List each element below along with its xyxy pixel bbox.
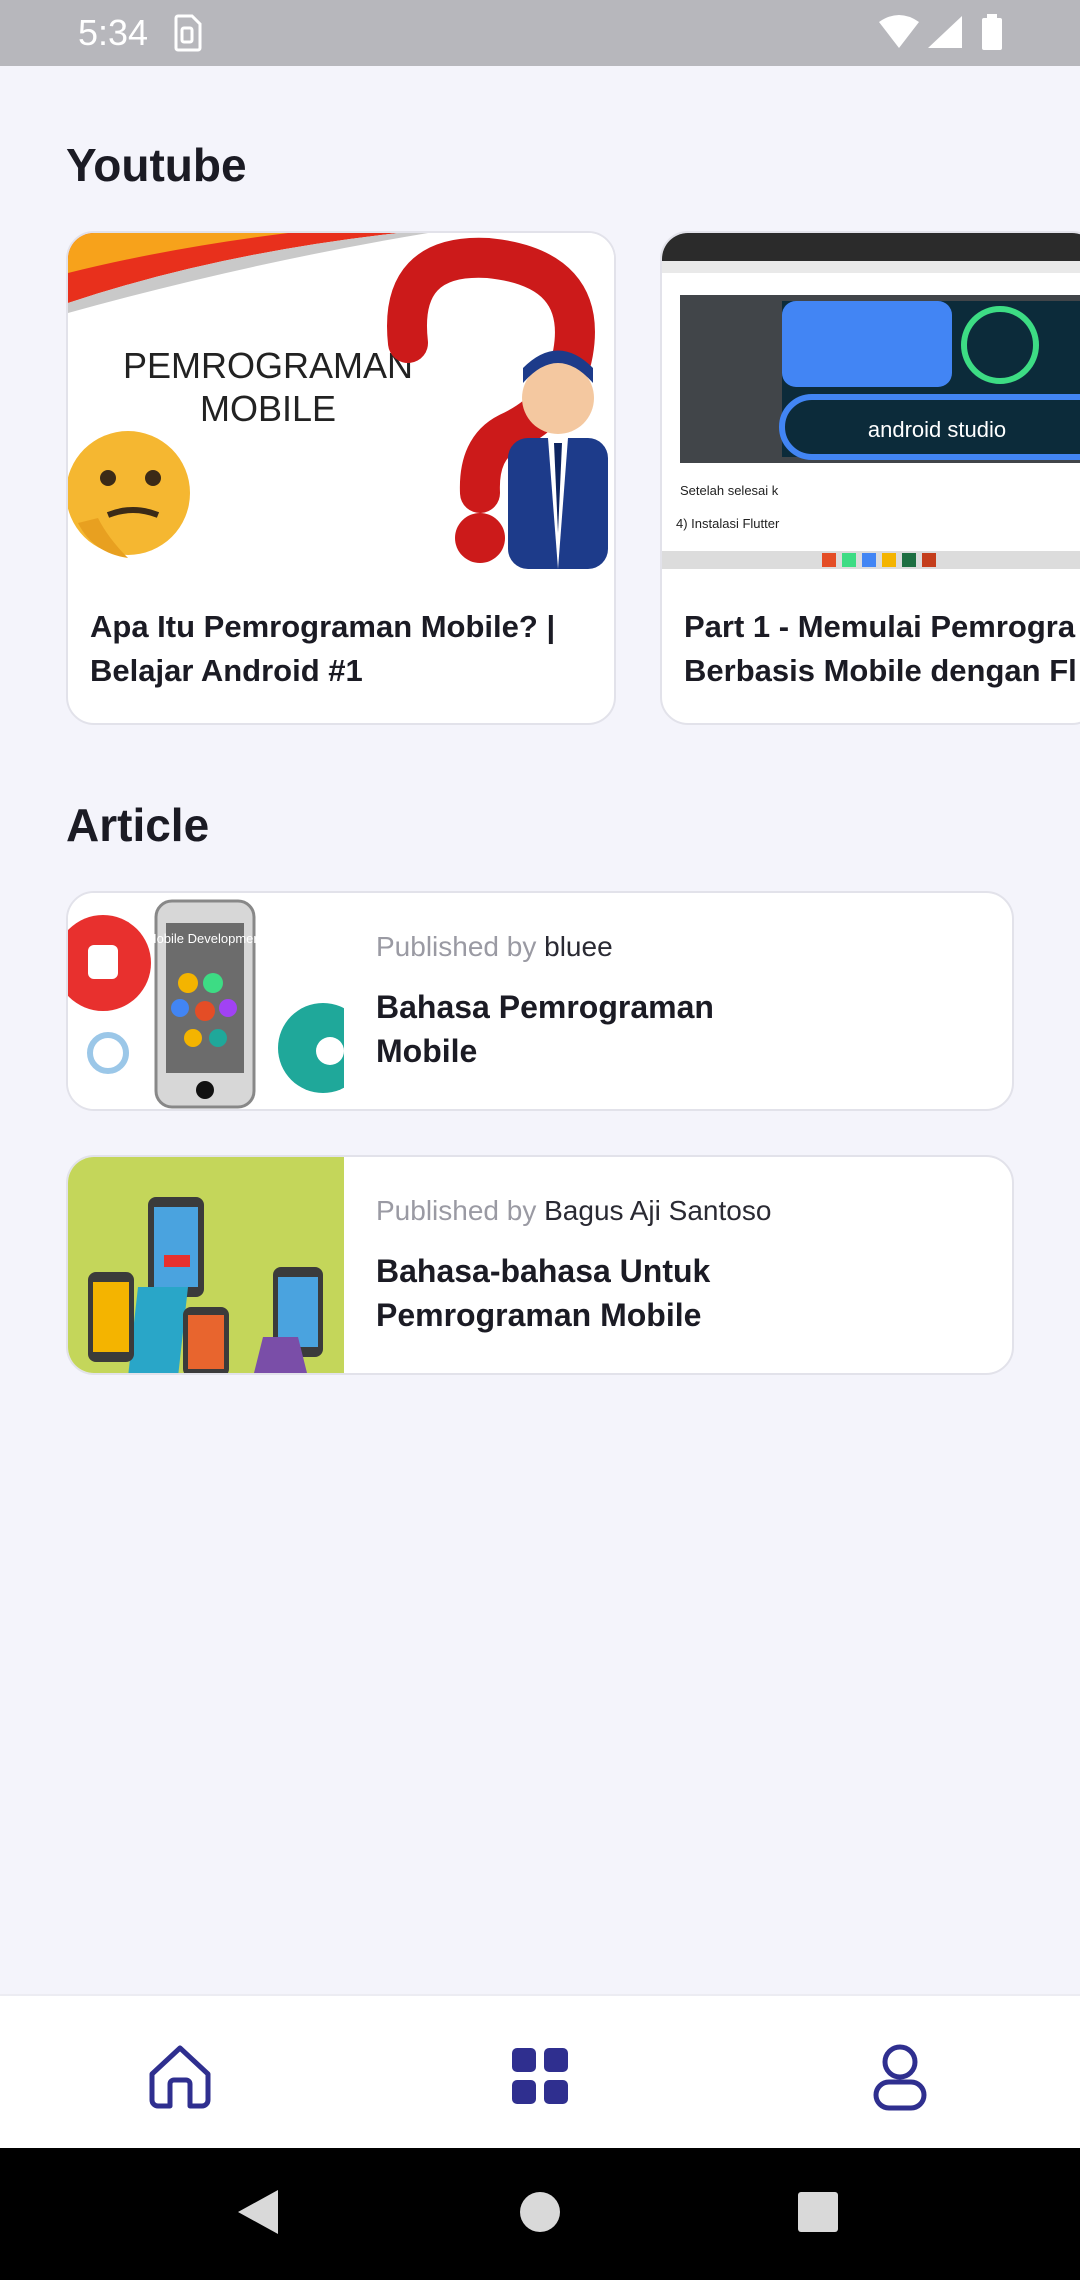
wifi-icon [879, 15, 919, 48]
article-meta: Published by bluee [376, 931, 613, 963]
mobile-development-illustration: Mobile Development [68, 893, 344, 1109]
article-thumbnail: Mobile Development [68, 893, 344, 1109]
video-thumbnail: android studio Setelah selesai k 4) Inst… [662, 233, 1080, 569]
bottom-navigation [0, 1994, 1080, 2148]
battery-icon [982, 14, 1002, 50]
article-title: Bahasa-bahasa Untuk Pemrograman Mobile [376, 1253, 711, 1333]
youtube-video-card[interactable]: PEMROGRAMAN MOBILE Apa Itu Pemrograman M… [66, 231, 616, 725]
back-icon[interactable] [236, 2188, 280, 2236]
thumb-brand-text: android studio [868, 417, 1006, 442]
video-thumbnail: PEMROGRAMAN MOBILE [68, 233, 614, 569]
article-card[interactable]: Mobile Development Published by bluee Ba… [66, 891, 1014, 1111]
signal-icon [928, 16, 962, 48]
recents-icon[interactable] [796, 2188, 840, 2236]
youtube-section-title: Youtube [66, 139, 247, 191]
home-circle-icon[interactable] [518, 2188, 562, 2236]
video-title: Part 1 - Memulai Pemrogra Berbasis Mobil… [684, 609, 1077, 688]
hands-with-phones-illustration [68, 1157, 344, 1373]
thumb-text-line2: MOBILE [200, 388, 336, 429]
article-section-title: Article [66, 799, 210, 851]
article-author: bluee [544, 931, 613, 962]
status-time: 5:34 [78, 12, 149, 53]
thumb-text: Mobile Development [146, 931, 265, 946]
article-card[interactable]: Published by Bagus Aji Santoso Bahasa-ba… [66, 1155, 1014, 1375]
sim-icon [174, 14, 202, 52]
status-bar: 5:34 [0, 0, 1080, 66]
thumb-caption-1: Setelah selesai k [680, 483, 779, 498]
article-title: Bahasa Pemrograman Mobile [376, 989, 714, 1069]
video-title: Apa Itu Pemrograman Mobile? | Belajar An… [90, 609, 556, 688]
article-author: Bagus Aji Santoso [544, 1195, 772, 1226]
published-by-label: Published by [376, 931, 537, 962]
profile-icon[interactable] [864, 2040, 936, 2112]
article-thumbnail [68, 1157, 344, 1373]
system-navigation-bar [0, 2148, 1080, 2280]
thumb-text-line1: PEMROGRAMAN [123, 345, 413, 386]
thumb-caption-2: 4) Instalasi Flutter [676, 516, 780, 531]
article-meta: Published by Bagus Aji Santoso [376, 1195, 771, 1227]
thumbnail-illustration: android studio Setelah selesai k 4) Inst… [662, 233, 1080, 569]
published-by-label: Published by [376, 1195, 537, 1226]
youtube-video-card[interactable]: android studio Setelah selesai k 4) Inst… [660, 231, 1080, 725]
grid-icon[interactable] [504, 2040, 576, 2112]
home-icon[interactable] [144, 2040, 216, 2112]
thumbnail-illustration: PEMROGRAMAN MOBILE [68, 233, 614, 569]
